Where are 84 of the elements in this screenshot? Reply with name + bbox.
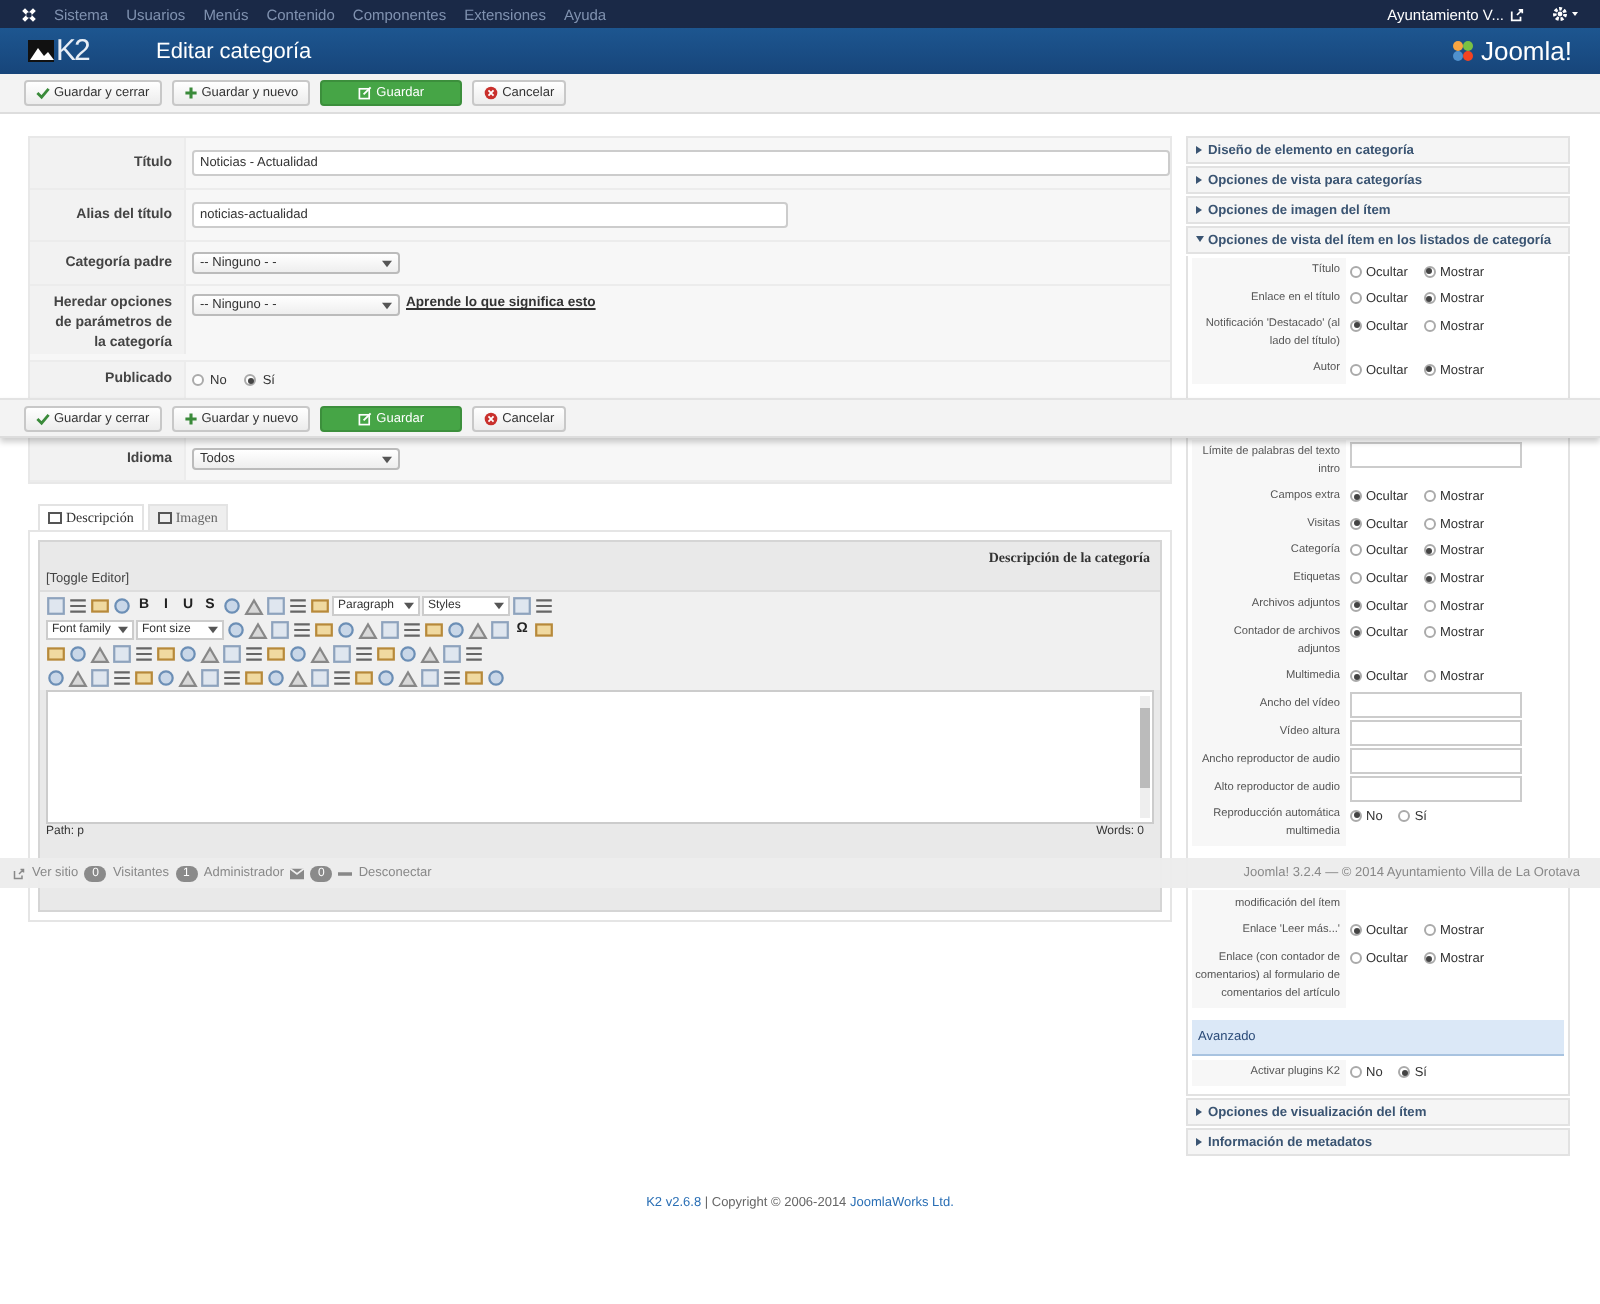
settings-icon[interactable] — [1552, 6, 1580, 22]
caret-right-icon — [1196, 176, 1204, 184]
toolbar-icon[interactable] — [442, 667, 462, 687]
toolbar-icon[interactable] — [332, 667, 352, 687]
minus-icon — [338, 867, 353, 879]
radio-button[interactable] — [1350, 1066, 1362, 1079]
toolbar-icon[interactable] — [222, 667, 242, 687]
edit-icon — [358, 86, 373, 100]
cancel-icon — [484, 86, 499, 100]
radio-button[interactable] — [1423, 626, 1436, 639]
radio-button[interactable] — [1423, 490, 1436, 503]
radio-button[interactable] — [1398, 809, 1411, 822]
radio-button[interactable] — [1423, 670, 1436, 683]
logo-text: K2 — [56, 34, 89, 68]
plus-icon — [183, 86, 198, 100]
caret-icon — [382, 455, 392, 463]
toolbar-icon[interactable] — [354, 643, 374, 663]
radio-button[interactable] — [1350, 544, 1362, 557]
radio-button[interactable] — [1423, 363, 1436, 376]
radio-button[interactable] — [1350, 363, 1362, 376]
caret-icon — [382, 301, 392, 309]
radio-button[interactable] — [1423, 924, 1436, 937]
toolbar-icon[interactable] — [288, 595, 308, 615]
page-title: Editar categoría — [156, 39, 312, 63]
radio-button[interactable] — [1350, 319, 1362, 332]
caret-right-icon — [1196, 146, 1204, 154]
radio-button[interactable] — [1423, 319, 1436, 332]
radio-button[interactable] — [1350, 265, 1362, 277]
caret-icon — [404, 601, 414, 609]
caret-right-icon — [1196, 1138, 1204, 1147]
radio-button[interactable] — [1350, 952, 1362, 965]
radio-button[interactable] — [1350, 809, 1362, 822]
check-icon — [36, 86, 50, 100]
radio-button[interactable] — [244, 374, 257, 386]
toolbar-icon[interactable] — [244, 643, 264, 663]
radio-button[interactable] — [1423, 292, 1436, 305]
toolbar-icon[interactable] — [402, 619, 422, 639]
brand-icon — [1450, 38, 1477, 64]
text-field[interactable] — [1350, 692, 1522, 719]
edit-icon — [358, 411, 373, 425]
radio-button[interactable] — [1423, 952, 1436, 965]
toolbar-icon[interactable] — [46, 595, 66, 615]
radio-button[interactable] — [1350, 292, 1362, 305]
toolbar-icon[interactable] — [292, 619, 312, 639]
radio-button[interactable] — [1350, 626, 1362, 639]
scrollbar[interactable] — [1140, 696, 1150, 818]
radio-button[interactable] — [1423, 599, 1436, 612]
radio-button[interactable] — [1350, 599, 1362, 612]
caret-icon — [382, 259, 392, 267]
radio-button[interactable] — [1350, 924, 1362, 937]
caret-icon — [118, 625, 128, 633]
caret-icon — [494, 601, 504, 609]
image-icon — [157, 512, 172, 524]
toolbar-icon[interactable] — [134, 643, 154, 663]
brand-name: Joomla! — [1480, 36, 1572, 66]
radio-button[interactable] — [1423, 572, 1436, 585]
edit-icon — [48, 512, 62, 524]
radio-button[interactable] — [1350, 517, 1362, 530]
check-icon — [36, 411, 50, 425]
caret-icon — [208, 625, 218, 633]
text-field[interactable] — [1350, 441, 1522, 468]
cancel-icon — [484, 411, 499, 425]
radio-button[interactable] — [1423, 517, 1436, 530]
toolbar-icon[interactable] — [534, 595, 554, 615]
radio-button[interactable] — [1423, 544, 1436, 557]
text-field[interactable] — [1350, 720, 1522, 747]
mail-icon — [290, 867, 304, 879]
toolbar-icon[interactable] — [464, 643, 484, 663]
text-field[interactable] — [1350, 748, 1522, 775]
plus-icon — [183, 411, 198, 425]
toolbar-icon[interactable] — [112, 667, 132, 687]
logo-icon[interactable] — [20, 5, 38, 23]
radio-button[interactable] — [1423, 265, 1436, 277]
text-field[interactable] — [1350, 776, 1522, 803]
caret-right-icon — [1196, 1108, 1204, 1117]
radio-button[interactable] — [1350, 490, 1362, 503]
radio-button[interactable] — [1398, 1066, 1411, 1079]
radio-button[interactable] — [1350, 572, 1362, 585]
caret-right-icon — [1196, 206, 1204, 214]
radio-button[interactable] — [192, 374, 204, 386]
toolbar-icon[interactable] — [68, 595, 88, 615]
caret-down-icon — [1196, 236, 1204, 244]
radio-button[interactable] — [1350, 670, 1362, 683]
mountain-icon — [28, 40, 54, 62]
